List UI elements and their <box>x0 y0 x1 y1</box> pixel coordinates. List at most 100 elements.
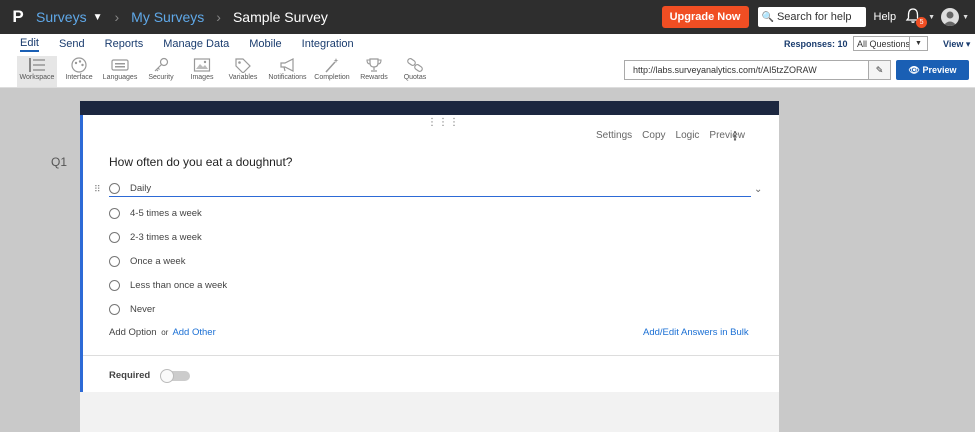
radio-button[interactable] <box>109 207 120 219</box>
toggle-knob <box>160 368 175 383</box>
responses-count[interactable]: Responses: 10 <box>784 39 848 49</box>
or-label: or <box>161 328 169 337</box>
magic-wand-icon <box>312 56 352 74</box>
option-label[interactable]: Less than once a week <box>130 280 227 291</box>
question-title[interactable]: How often do you eat a doughnut? <box>109 155 292 169</box>
preview-button[interactable]: 👁 Preview <box>896 60 969 80</box>
user-icon <box>943 11 958 26</box>
tool-rewards[interactable]: Rewards <box>357 56 391 87</box>
option-row[interactable]: 4-5 times a week <box>109 205 202 221</box>
palette-icon <box>60 56 98 74</box>
view-menu[interactable]: View ▾ <box>943 39 970 50</box>
menu-bar: Edit Send Reports Manage Data Mobile Int… <box>0 34 975 54</box>
tag-icon <box>225 56 261 74</box>
add-other-link[interactable]: Add Other <box>172 327 215 338</box>
more-options-icon[interactable]: ⋮ <box>729 129 741 143</box>
option-row[interactable]: Daily <box>109 181 751 197</box>
option-row[interactable]: Once a week <box>109 253 185 269</box>
tool-completion[interactable]: Completion <box>312 56 352 87</box>
tool-label: Security <box>148 74 174 81</box>
question-filter-value: All Questions <box>857 38 911 49</box>
help-link[interactable]: Help <box>874 11 897 23</box>
radio-button[interactable] <box>109 303 120 315</box>
next-question-area <box>80 392 779 432</box>
help-search-input[interactable]: 🔍 Search for help <box>757 7 866 27</box>
menu-integration[interactable]: Integration <box>302 38 354 50</box>
surveys-menu[interactable]: Surveys <box>36 9 87 25</box>
menu-mobile[interactable]: Mobile <box>249 38 281 50</box>
radio-button[interactable] <box>109 231 120 243</box>
caret-down-icon[interactable]: ▼ <box>928 14 935 21</box>
caret-down-icon[interactable]: ▼ <box>93 12 103 23</box>
tool-workspace[interactable]: Workspace <box>17 56 57 87</box>
view-label: View <box>943 38 964 49</box>
menu-edit[interactable]: Edit <box>20 37 39 52</box>
option-row[interactable]: 2-3 times a week <box>109 229 202 245</box>
tool-variables[interactable]: Variables <box>225 56 261 87</box>
tool-label: Interface <box>65 74 93 81</box>
breadcrumb: Surveys ▼ › My Surveys › Sample Survey <box>36 9 328 25</box>
tool-label: Notifications <box>268 74 307 81</box>
menu-reports[interactable]: Reports <box>105 38 144 50</box>
notifications-button[interactable]: 5 <box>904 7 928 28</box>
option-label[interactable]: Daily <box>130 183 151 194</box>
search-placeholder: Search for help <box>776 11 852 23</box>
tool-label: Images <box>190 74 214 81</box>
tool-images[interactable]: Images <box>185 56 219 87</box>
option-label[interactable]: Once a week <box>130 256 185 267</box>
logic-button[interactable]: Logic <box>676 130 700 141</box>
edit-url-button[interactable]: ✎ <box>869 60 891 80</box>
question-filter-select[interactable]: All Questions ▼ <box>853 36 928 51</box>
my-surveys-link[interactable]: My Surveys <box>131 9 204 25</box>
avatar[interactable] <box>941 8 960 26</box>
search-icon: 🔍 <box>761 11 774 23</box>
required-toggle[interactable] <box>160 368 191 383</box>
drag-handle-icon[interactable]: ⋮⋮⋮ <box>427 117 460 128</box>
bulk-edit-link[interactable]: Add/Edit Answers in Bulk <box>643 327 749 338</box>
megaphone-icon <box>265 56 310 74</box>
tool-notifications[interactable]: Notifications <box>265 56 310 87</box>
chevron-right-icon: › <box>114 9 120 25</box>
option-label[interactable]: Never <box>130 304 155 315</box>
caret-down-icon[interactable]: ▼ <box>962 14 969 21</box>
option-row[interactable]: Less than once a week <box>109 277 227 293</box>
option-label[interactable]: 2-3 times a week <box>130 232 202 243</box>
tool-label: Rewards <box>360 74 388 81</box>
workspace-icon <box>17 56 57 74</box>
app-logo[interactable]: P <box>0 7 36 27</box>
add-option-link[interactable]: Add Option <box>109 327 157 338</box>
option-label[interactable]: 4-5 times a week <box>130 208 202 219</box>
key-icon <box>143 56 179 74</box>
menu-manage-data[interactable]: Manage Data <box>163 38 229 50</box>
trophy-icon <box>357 56 391 74</box>
pencil-icon: ✎ <box>875 65 884 75</box>
copy-button[interactable]: Copy <box>642 130 665 141</box>
option-drag-icon[interactable]: ⠿ <box>94 184 101 195</box>
tool-interface[interactable]: Interface <box>60 56 98 87</box>
option-row[interactable]: Never <box>109 301 155 317</box>
tool-label: Languages <box>102 74 138 81</box>
required-row: Required <box>109 368 191 383</box>
keyboard-icon <box>101 56 139 74</box>
tool-security[interactable]: Security <box>143 56 179 87</box>
question-actions: Settings Copy Logic Preview <box>586 130 745 141</box>
menu-send[interactable]: Send <box>59 38 85 50</box>
survey-url-field[interactable]: http://labs.surveyanalytics.com/t/AI5tzZ… <box>624 60 869 80</box>
question-number: Q1 <box>51 155 68 169</box>
tool-label: Workspace <box>19 74 55 81</box>
required-label: Required <box>109 370 151 381</box>
upgrade-button[interactable]: Upgrade Now <box>661 6 749 28</box>
tool-quotas[interactable]: Quotas <box>399 56 431 87</box>
chevron-down-icon[interactable]: ⌄ <box>754 184 762 195</box>
divider <box>83 355 779 356</box>
chevron-right-icon: › <box>216 9 221 25</box>
settings-button[interactable]: Settings <box>596 130 632 141</box>
question-card[interactable]: ⋮⋮⋮ Settings Copy Logic Preview ⋮ How of… <box>80 115 779 392</box>
editor-toolbar: Workspace Interface Languages Security I… <box>0 54 975 88</box>
chain-link-icon <box>399 56 431 74</box>
radio-button[interactable] <box>109 183 120 194</box>
radio-button[interactable] <box>109 255 120 267</box>
preview-label: Preview <box>922 65 957 75</box>
radio-button[interactable] <box>109 279 120 291</box>
tool-languages[interactable]: Languages <box>101 56 139 87</box>
